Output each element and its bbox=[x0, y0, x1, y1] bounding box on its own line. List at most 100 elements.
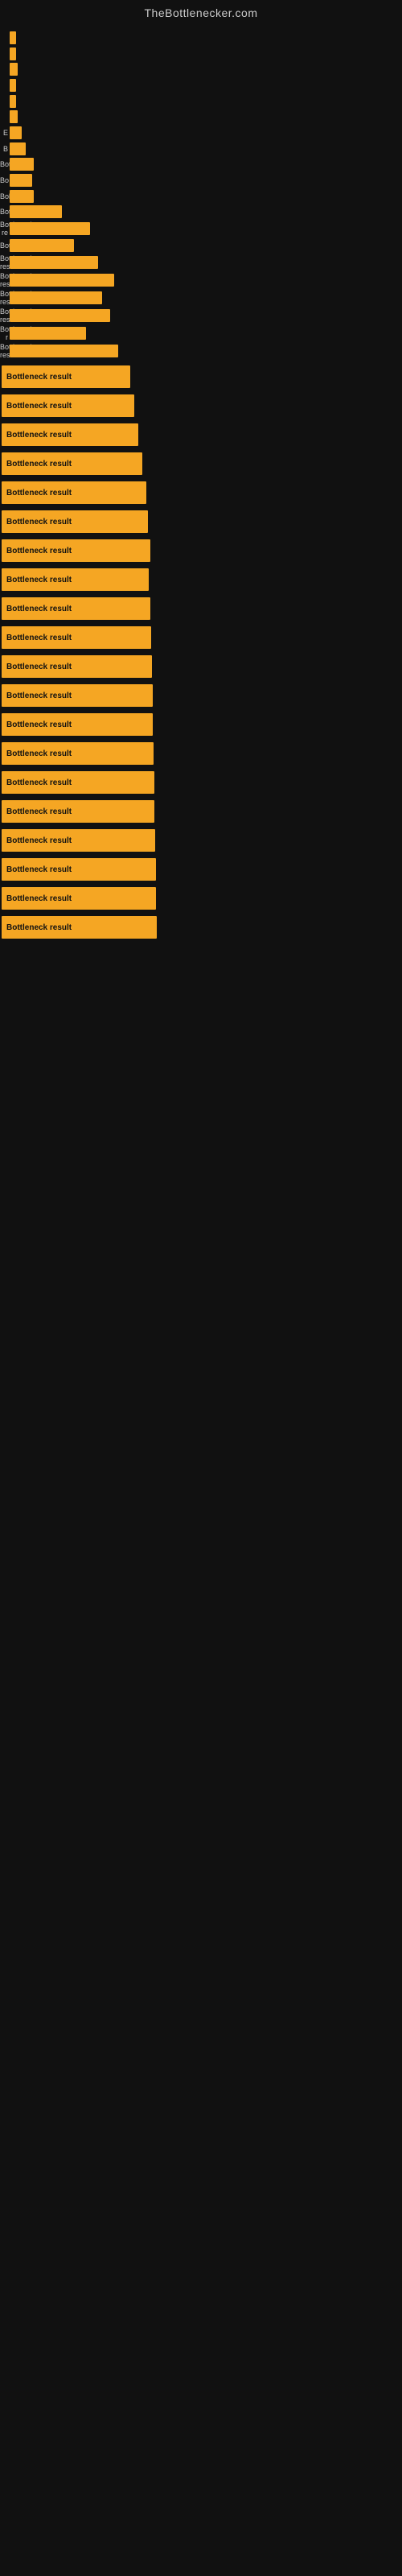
result-bar-text: Bottleneck result bbox=[6, 691, 72, 700]
result-bar-text: Bottleneck result bbox=[6, 778, 72, 787]
result-item: Bottleneck result bbox=[0, 858, 402, 881]
result-item: Bottleneck result bbox=[0, 539, 402, 562]
chart-bar-label: Bottleneck res bbox=[0, 254, 8, 270]
chart-bar-label: Bottleneck resul bbox=[0, 308, 8, 324]
chart-bar-row: Bottleneck re bbox=[0, 221, 402, 237]
result-bar-text: Bottleneck result bbox=[6, 576, 72, 584]
chart-bar-row bbox=[0, 62, 402, 76]
result-item: Bottleneck result bbox=[0, 916, 402, 939]
result-bar-text: Bottleneck result bbox=[6, 894, 72, 903]
site-title: TheBottlenecker.com bbox=[0, 0, 402, 23]
result-bar: Bottleneck result bbox=[2, 742, 154, 765]
result-bar: Bottleneck result bbox=[2, 829, 155, 852]
chart-bar bbox=[10, 205, 62, 218]
chart-bar-label: Bottlene bbox=[0, 208, 8, 216]
chart-bar bbox=[10, 256, 98, 269]
chart-bar-row: Bottleneck res bbox=[0, 254, 402, 270]
result-bar: Bottleneck result bbox=[2, 365, 130, 388]
chart-bar-row bbox=[0, 78, 402, 93]
result-bar: Bottleneck result bbox=[2, 394, 134, 417]
result-bar-text: Bottleneck result bbox=[6, 489, 72, 497]
result-bar-text: Bottleneck result bbox=[6, 836, 72, 845]
chart-bar-row: Bottlenec bbox=[0, 238, 402, 253]
chart-bar-row bbox=[0, 31, 402, 45]
result-item: Bottleneck result bbox=[0, 365, 402, 388]
chart-bar-row: Bottleneck r bbox=[0, 325, 402, 341]
result-item: Bottleneck result bbox=[0, 887, 402, 910]
result-item: Bottleneck result bbox=[0, 684, 402, 707]
chart-bar-row: Bol bbox=[0, 189, 402, 204]
result-bar: Bottleneck result bbox=[2, 916, 157, 939]
result-item: Bottleneck result bbox=[0, 800, 402, 823]
result-item: Bottleneck result bbox=[0, 510, 402, 533]
chart-bar-row: Bottleneck res bbox=[0, 290, 402, 306]
chart-bar-row: E bbox=[0, 126, 402, 140]
result-bar: Bottleneck result bbox=[2, 626, 151, 649]
chart-area: EB Bot Bo Bol Bottlene Bottleneck re Bottlenec… bbox=[0, 23, 402, 361]
chart-bar bbox=[10, 126, 22, 139]
chart-bar-row: Bottleneck resul bbox=[0, 308, 402, 324]
result-bar: Bottleneck result bbox=[2, 481, 146, 504]
chart-bar bbox=[10, 222, 90, 235]
chart-bar-row bbox=[0, 94, 402, 109]
result-item: Bottleneck result bbox=[0, 597, 402, 620]
chart-bar bbox=[10, 79, 16, 92]
result-item: Bottleneck result bbox=[0, 394, 402, 417]
result-bar: Bottleneck result bbox=[2, 452, 142, 475]
result-item: Bottleneck result bbox=[0, 829, 402, 852]
result-bar: Bottleneck result bbox=[2, 423, 138, 446]
result-bar: Bottleneck result bbox=[2, 597, 150, 620]
result-bar: Bottleneck result bbox=[2, 887, 156, 910]
chart-bar-label: Bottleneck res bbox=[0, 290, 8, 306]
result-bar-text: Bottleneck result bbox=[6, 720, 72, 729]
chart-bar-label: Bottleneck re bbox=[0, 221, 8, 237]
chart-bar-label: Bo bbox=[0, 176, 8, 184]
result-item: Bottleneck result bbox=[0, 771, 402, 794]
result-item: Bottleneck result bbox=[0, 481, 402, 504]
result-bar-text: Bottleneck result bbox=[6, 547, 72, 555]
result-item: Bottleneck result bbox=[0, 452, 402, 475]
result-bar-text: Bottleneck result bbox=[6, 402, 72, 411]
result-bar: Bottleneck result bbox=[2, 713, 153, 736]
chart-bar bbox=[10, 327, 86, 340]
chart-bar bbox=[10, 309, 110, 322]
chart-bar bbox=[10, 47, 16, 60]
result-item: Bottleneck result bbox=[0, 655, 402, 678]
chart-bar-label: Bottleneck result bbox=[0, 272, 8, 288]
chart-bar-label: Bottleneck r bbox=[0, 325, 8, 341]
result-item: Bottleneck result bbox=[0, 423, 402, 446]
chart-bar-row: B bbox=[0, 142, 402, 156]
result-bar: Bottleneck result bbox=[2, 655, 152, 678]
result-item: Bottleneck result bbox=[0, 626, 402, 649]
chart-bar-label: Bottlenec bbox=[0, 242, 8, 250]
chart-bar bbox=[10, 291, 102, 304]
result-bar-text: Bottleneck result bbox=[6, 518, 72, 526]
result-bar-text: Bottleneck result bbox=[6, 663, 72, 671]
result-item: Bottleneck result bbox=[0, 742, 402, 765]
result-bar-text: Bottleneck result bbox=[6, 460, 72, 469]
chart-bar-label: Bottleneck result bbox=[0, 343, 8, 359]
chart-bar-label: Bol bbox=[0, 192, 8, 200]
chart-bar-label: B bbox=[0, 145, 8, 153]
chart-bar-row: Bottlene bbox=[0, 205, 402, 220]
result-bar-text: Bottleneck result bbox=[6, 807, 72, 816]
result-item: Bottleneck result bbox=[0, 713, 402, 736]
result-item: Bottleneck result bbox=[0, 568, 402, 591]
chart-bar bbox=[10, 345, 118, 357]
result-bar: Bottleneck result bbox=[2, 684, 153, 707]
result-bar-text: Bottleneck result bbox=[6, 373, 72, 382]
result-bar: Bottleneck result bbox=[2, 539, 150, 562]
chart-bar bbox=[10, 31, 16, 44]
result-bar: Bottleneck result bbox=[2, 568, 149, 591]
chart-bar-row: Bot bbox=[0, 158, 402, 172]
chart-bar bbox=[10, 110, 18, 123]
result-bar-text: Bottleneck result bbox=[6, 634, 72, 642]
chart-bar bbox=[10, 158, 34, 171]
result-bar: Bottleneck result bbox=[2, 858, 156, 881]
result-bar-text: Bottleneck result bbox=[6, 749, 72, 758]
chart-bar-row: Bottleneck result bbox=[0, 343, 402, 359]
result-bar: Bottleneck result bbox=[2, 510, 148, 533]
result-bar-text: Bottleneck result bbox=[6, 923, 72, 932]
results-section: Bottleneck result Bottleneck result Bottle… bbox=[0, 361, 402, 950]
result-bar: Bottleneck result bbox=[2, 771, 154, 794]
